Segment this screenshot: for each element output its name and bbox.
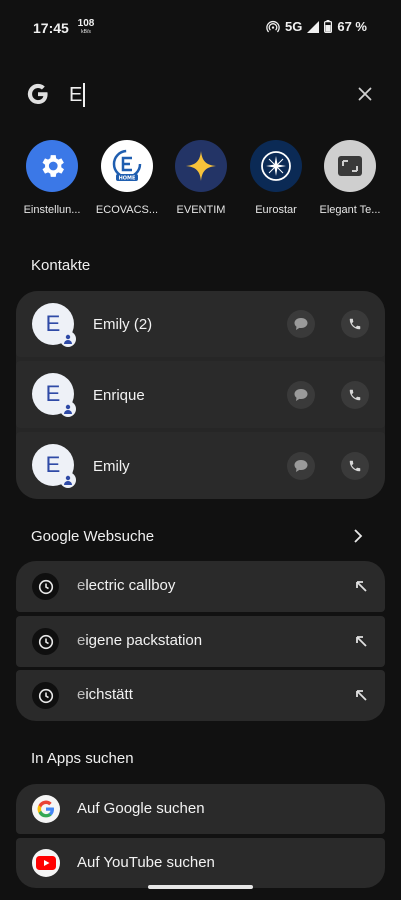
search-suggestion-row[interactable]: electric callboy: [16, 561, 385, 612]
call-button[interactable]: [341, 381, 369, 409]
app-ecovacs[interactable]: HOME ECOVACS...: [88, 140, 166, 216]
avatar: E: [32, 303, 76, 347]
avatar: E: [32, 444, 76, 488]
close-icon[interactable]: [355, 84, 375, 104]
suggestion-text: eigene packstation: [77, 632, 202, 649]
battery-icon: [324, 20, 333, 33]
contact-name: Emily: [93, 458, 130, 475]
google-g-icon: [27, 83, 48, 105]
search-in-google-row[interactable]: Auf Google suchen: [16, 784, 385, 834]
search-query: E: [69, 83, 83, 106]
arrow-up-left-icon[interactable]: [353, 633, 369, 649]
status-bar: 17:45 108 kB/s 5G 67 %: [0, 0, 401, 56]
app-eurostar[interactable]: Eurostar: [237, 140, 315, 216]
app-results-row: Einstellun... HOME ECOVACS... EVENTIM Eu…: [0, 140, 401, 230]
app-label: Elegant Te...: [319, 204, 381, 216]
avatar-initial: E: [45, 381, 61, 406]
elegant-text-icon: [324, 140, 376, 192]
hotspot-icon: [266, 20, 280, 32]
person-badge-icon: [60, 472, 76, 488]
person-badge-icon: [60, 331, 76, 347]
google-g-icon: [32, 795, 60, 823]
status-time: 17:45: [33, 20, 69, 36]
search-in-app-label: Auf YouTube suchen: [77, 854, 215, 871]
call-button[interactable]: [341, 452, 369, 480]
search-bar[interactable]: E: [16, 74, 385, 116]
contact-name: Enrique: [93, 387, 145, 404]
chat-bubble-icon: [294, 318, 308, 330]
suggestion-text: eichstätt: [77, 686, 133, 703]
arrow-up-left-icon[interactable]: [353, 578, 369, 594]
web-search-section-title: Google Websuche: [31, 528, 155, 545]
avatar: E: [32, 373, 76, 417]
message-button[interactable]: [287, 310, 315, 338]
contacts-card: E Emily (2) E Enrique E Emily: [16, 291, 385, 499]
contact-row[interactable]: E Enrique: [16, 361, 385, 428]
app-label: EVENTIM: [176, 204, 226, 216]
app-label: ECOVACS...: [95, 204, 159, 216]
phone-icon: [349, 318, 361, 330]
network-speed: 108 kB/s: [76, 18, 96, 36]
text-cursor: [83, 83, 85, 107]
status-icons: 5G 67 %: [266, 19, 367, 34]
search-suggestion-row[interactable]: eigene packstation: [16, 616, 385, 667]
contacts-section-title: Kontakte: [31, 257, 91, 274]
search-suggestion-row[interactable]: eichstätt: [16, 670, 385, 721]
search-in-youtube-row[interactable]: Auf YouTube suchen: [16, 838, 385, 888]
in-apps-section-title: In Apps suchen: [31, 750, 134, 767]
chat-bubble-icon: [294, 460, 308, 472]
message-button[interactable]: [287, 452, 315, 480]
youtube-icon: [32, 849, 60, 877]
phone-icon: [349, 460, 361, 472]
search-input[interactable]: E: [69, 83, 85, 107]
message-button[interactable]: [287, 381, 315, 409]
history-clock-icon: [32, 573, 59, 600]
history-clock-icon: [32, 628, 59, 655]
arrow-up-left-icon[interactable]: [353, 687, 369, 703]
chat-bubble-icon: [294, 389, 308, 401]
app-label: Einstellun...: [23, 204, 81, 216]
search-in-app-label: Auf Google suchen: [77, 800, 205, 817]
ecovacs-home-badge: HOME: [119, 176, 136, 182]
contact-row[interactable]: E Emily: [16, 432, 385, 499]
network-speed-value: 108: [77, 18, 95, 29]
app-einstellungen[interactable]: Einstellun...: [13, 140, 91, 216]
ecovacs-home-icon: HOME: [101, 140, 153, 192]
eurostar-icon: [250, 140, 302, 192]
suggestion-text: electric callboy: [77, 577, 175, 594]
phone-icon: [349, 389, 361, 401]
app-elegant-text[interactable]: Elegant Te...: [311, 140, 389, 216]
avatar-initial: E: [45, 311, 61, 336]
signal-icon: [307, 20, 320, 33]
network-type: 5G: [285, 19, 303, 34]
network-speed-unit: kB/s: [81, 29, 91, 35]
gesture-navigation-bar[interactable]: [148, 885, 253, 889]
suggestion-completion: ichstätt: [85, 686, 133, 703]
chevron-right-icon[interactable]: [351, 528, 365, 544]
battery-level: 67 %: [337, 19, 367, 34]
avatar-initial: E: [45, 452, 61, 477]
contact-name: Emily (2): [93, 316, 153, 333]
call-button[interactable]: [341, 310, 369, 338]
eventim-star-icon: [175, 140, 227, 192]
suggestion-completion: igene packstation: [85, 632, 203, 649]
history-clock-icon: [32, 682, 59, 709]
contact-row[interactable]: E Emily (2): [16, 291, 385, 357]
suggestion-completion: lectric callboy: [85, 577, 176, 594]
app-label: Eurostar: [255, 204, 297, 216]
app-eventim[interactable]: EVENTIM: [162, 140, 240, 216]
person-badge-icon: [60, 401, 76, 417]
settings-gear-icon: [26, 140, 78, 192]
